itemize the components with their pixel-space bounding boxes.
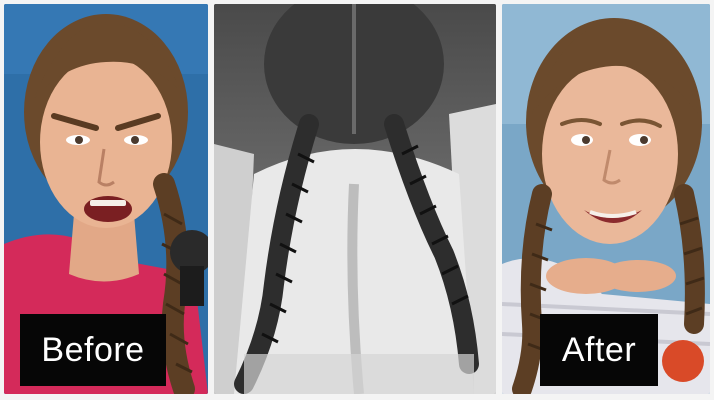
corner-logo-badge [662, 340, 704, 382]
braids-back-illustration [214, 4, 496, 394]
before-label: Before [20, 314, 166, 386]
middle-photo-panel [214, 4, 496, 394]
meme-collage: Before After [0, 0, 714, 400]
after-label: After [540, 314, 658, 386]
